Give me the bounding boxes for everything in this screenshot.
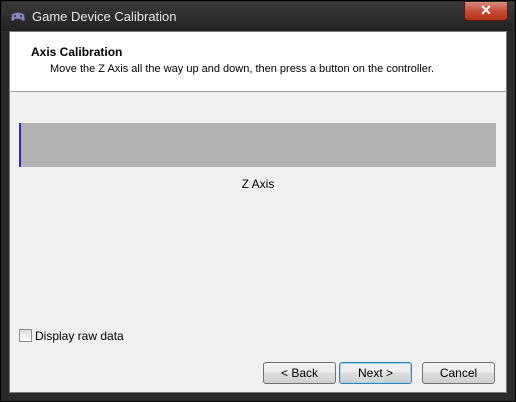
page-header: Axis Calibration Move the Z Axis all the…: [10, 32, 506, 92]
z-axis-progress-bar: [19, 123, 496, 167]
next-button[interactable]: Next >: [339, 362, 412, 384]
z-axis-label: Z Axis: [241, 177, 275, 191]
window-title: Game Device Calibration: [32, 9, 177, 24]
calibration-window: Game Device Calibration ✕ Axis Calibrati…: [0, 0, 516, 402]
page-description: Move the Z Axis all the way up and down,…: [50, 63, 435, 75]
page-title: Axis Calibration: [31, 45, 123, 59]
display-raw-data-checkbox[interactable]: [19, 329, 32, 342]
back-button[interactable]: < Back: [263, 362, 336, 384]
title-bar[interactable]: Game Device Calibration ✕: [2, 2, 514, 31]
display-raw-data-label[interactable]: Display raw data: [35, 329, 124, 343]
close-button[interactable]: ✕: [464, 2, 508, 21]
game-controller-icon: [10, 12, 26, 22]
close-icon: ✕: [480, 2, 492, 18]
wizard-page: Axis Calibration Move the Z Axis all the…: [9, 31, 507, 393]
z-axis-position-marker: [19, 123, 21, 167]
cancel-button[interactable]: Cancel: [422, 362, 495, 384]
